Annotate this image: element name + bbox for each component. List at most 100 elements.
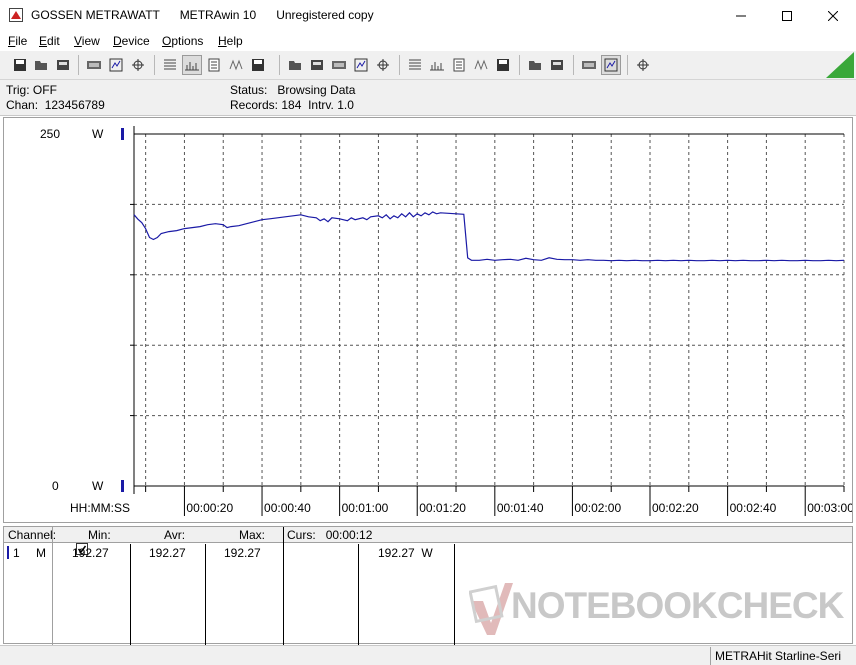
y-range-marker-top (121, 128, 124, 140)
menu-options[interactable]: Options (162, 34, 203, 48)
toolbar (0, 51, 856, 80)
table-view-button[interactable] (160, 55, 180, 75)
computer-button[interactable] (351, 55, 371, 75)
notebookcheck-watermark: NOTEBOOKCHECK (465, 577, 855, 643)
row-cursor-value: 192.27 (378, 546, 415, 560)
records-label: Records: (230, 98, 279, 112)
line-chart[interactable]: 250 W 0 W HH:MM:SS 00:00:20 00:00:40 00:01:00 00… (4, 118, 852, 522)
zoom-button[interactable] (471, 55, 491, 75)
x-tick-label: 00:02:20 (652, 501, 699, 515)
open-button[interactable] (10, 55, 30, 75)
header-channel: Channel: (8, 528, 57, 542)
zoom-wave-alt-button[interactable] (601, 55, 621, 75)
window-brand: GOSSEN METRAWATT (31, 8, 160, 22)
device-settings-button[interactable] (128, 55, 148, 75)
list-icon (332, 61, 346, 69)
status-info-panel: Trig: OFF Chan: 123456789 Status: Browsi… (0, 80, 856, 116)
status-value: Browsing Data (277, 83, 356, 97)
maximize-button[interactable] (764, 0, 810, 31)
y-unit-label-top: W (92, 127, 104, 141)
maximize-icon (782, 10, 792, 21)
computer-icon (354, 58, 368, 72)
wave-button[interactable] (427, 55, 447, 75)
status-bar: METRAHit Starline-Seri (0, 645, 856, 665)
fx-button[interactable] (373, 55, 393, 75)
x-tick-label: 00:02:40 (730, 501, 777, 515)
save-as-icon (57, 60, 69, 70)
copy-button[interactable] (285, 55, 305, 75)
chart-area[interactable]: 250 W 0 W HH:MM:SS 00:00:20 00:00:40 00:01:00 00… (3, 117, 853, 523)
y-range-marker-bottom (121, 480, 124, 492)
save-as-button[interactable] (53, 55, 73, 75)
bar-icon (252, 59, 264, 71)
menu-device[interactable]: Device (113, 34, 150, 48)
save-icon (35, 61, 47, 70)
interval-value: 1.0 (337, 98, 354, 112)
cursor-button[interactable] (204, 55, 224, 75)
menu-edit[interactable]: Edit (39, 34, 60, 48)
row-channel-number[interactable]: 1 (13, 546, 20, 560)
copy-icon (289, 61, 301, 70)
window-license: Unregistered copy (276, 8, 374, 22)
export-icon (311, 60, 323, 70)
device-write-icon (109, 58, 123, 72)
minimize-icon (736, 15, 746, 16)
menu-help[interactable]: Help (218, 34, 243, 48)
y-tick-label-top: 250 (40, 127, 60, 141)
bar-button[interactable] (248, 55, 268, 75)
grid-button[interactable] (226, 55, 246, 75)
row-cursor-unit: W (421, 546, 433, 560)
print-preview-button[interactable] (525, 55, 545, 75)
color-icon (497, 59, 509, 71)
signal-icon (409, 59, 421, 70)
trig-label: Trig: (6, 83, 30, 97)
signal-button[interactable] (405, 55, 425, 75)
close-button[interactable] (810, 0, 856, 31)
green-triangle-icon (826, 52, 854, 78)
comment-button[interactable] (633, 55, 653, 75)
menu-file[interactable]: File (8, 34, 27, 48)
graph-view-button[interactable] (182, 55, 202, 75)
save-button[interactable] (31, 55, 51, 75)
device-read-button[interactable] (84, 55, 104, 75)
watermark-check-icon (469, 583, 513, 635)
open-icon (14, 59, 26, 71)
color-button[interactable] (493, 55, 513, 75)
device-write-button[interactable] (106, 55, 126, 75)
x-tick-label: 00:00:20 (186, 501, 233, 515)
row-max: 192.27 (224, 546, 261, 560)
minimize-button[interactable] (718, 0, 764, 31)
x-tick-label: 00:02:00 (574, 501, 621, 515)
row-avr: 192.27 (149, 546, 186, 560)
x-tick-label: 00:03:00 (807, 501, 852, 515)
row-channel-mode[interactable]: M (36, 546, 46, 560)
chan-value: 123456789 (44, 98, 105, 112)
watermark-text-notebook: NOTEBOOK (511, 585, 718, 626)
wave-alt-button[interactable] (449, 55, 469, 75)
header-min: Min: (88, 528, 111, 542)
print-button[interactable] (547, 55, 567, 75)
row-min: 192.27 (72, 546, 109, 560)
chan-label: Chan: (6, 98, 39, 112)
chart-background (4, 118, 852, 522)
trig-value: OFF (32, 83, 57, 97)
x-tick-label: 00:01:00 (342, 501, 389, 515)
y-unit-label-bottom: W (92, 479, 104, 493)
menu-view[interactable]: View (74, 34, 100, 48)
x-tick-label: 00:01:20 (419, 501, 466, 515)
records-value: 184 (281, 98, 302, 112)
fx-icon (377, 59, 389, 71)
window-app-name: METRAwin 10 (179, 8, 257, 22)
interval-label: Intrv. (308, 98, 334, 112)
header-curs-value: 00:00:12 (325, 528, 373, 542)
cursor-icon (208, 58, 220, 72)
app-icon (9, 8, 23, 22)
y-tick-label-bottom: 0 (52, 479, 59, 493)
zoom-wave-button[interactable] (579, 55, 599, 75)
print-preview-icon (529, 61, 541, 70)
menu-bar: File Edit View Device Options Help (0, 31, 856, 51)
export-button[interactable] (307, 55, 327, 75)
device-read-icon (87, 61, 101, 69)
status-label: Status: (230, 83, 268, 97)
list-button[interactable] (329, 55, 349, 75)
